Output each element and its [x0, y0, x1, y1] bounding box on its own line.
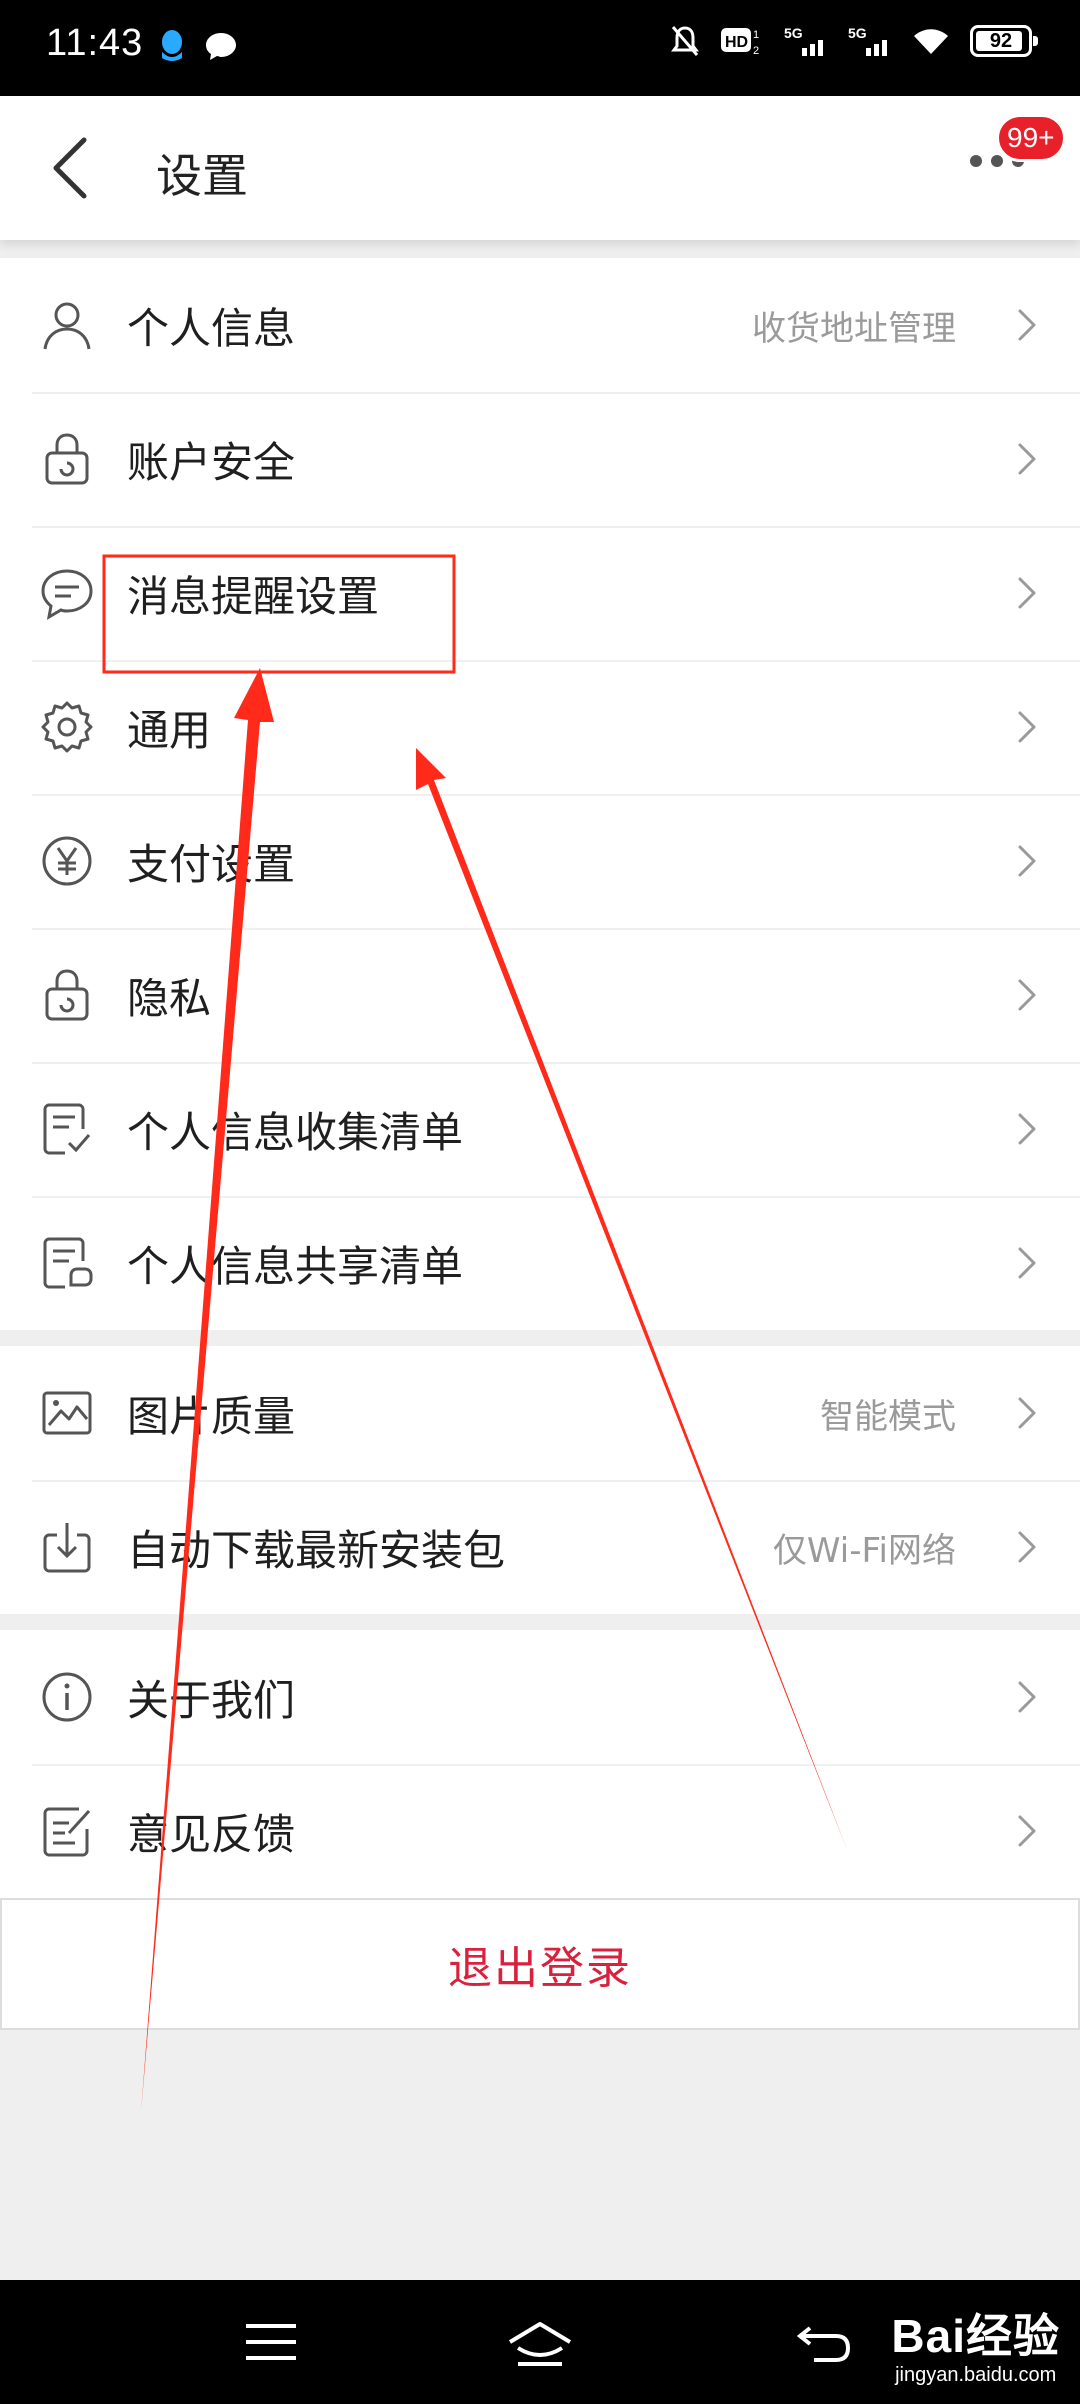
battery-icon: 92	[970, 25, 1038, 57]
message-bubble-icon	[206, 33, 236, 60]
settings-row-label: 自动下载最新安装包	[127, 1525, 506, 1575]
info-icon	[38, 1668, 96, 1726]
checklist-icon	[38, 1100, 96, 1158]
settings-row-value: 收货地址管理	[752, 308, 956, 349]
settings-row-label: 意见反馈	[127, 1809, 296, 1859]
back-nav-icon[interactable]	[796, 2320, 852, 2364]
settings-row-value: 仅Wi-Fi网络	[772, 1530, 956, 1571]
settings-row[interactable]: 消息提醒设置	[0, 526, 1080, 660]
settings-row[interactable]: 隐私	[0, 928, 1080, 1062]
lock-icon	[38, 430, 96, 488]
status-bar: 11:43 HD 1 2 5G 5G 92	[0, 0, 1080, 96]
chevron-right-icon	[1018, 1113, 1036, 1145]
settings-row[interactable]: 通用	[0, 660, 1080, 794]
wifi-icon	[914, 29, 948, 54]
settings-row-label: 通用	[127, 705, 212, 755]
chevron-right-icon	[1018, 1531, 1036, 1563]
chat-bubble-icon	[38, 564, 96, 622]
chevron-right-icon	[1018, 979, 1036, 1011]
home-icon[interactable]	[504, 2320, 576, 2368]
svg-text:2: 2	[753, 45, 759, 57]
svg-text:5G: 5G	[848, 25, 867, 41]
image-icon	[38, 1384, 96, 1442]
app-header: 设置	[0, 96, 1080, 240]
menu-icon[interactable]	[244, 2320, 298, 2364]
settings-group-about: 关于我们 意见反馈	[0, 1630, 1080, 1898]
settings-row-value: 智能模式	[820, 1396, 956, 1437]
download-icon	[38, 1518, 96, 1576]
svg-text:HD: HD	[725, 34, 748, 51]
settings-row-label: 个人信息共享清单	[127, 1241, 464, 1291]
settings-group-media: 图片质量 智能模式自动下载最新安装包 仅Wi-Fi网络	[0, 1346, 1080, 1614]
hd-icon: HD 1 2	[721, 28, 759, 57]
svg-text:1: 1	[753, 29, 759, 41]
settings-row[interactable]: 支付设置	[0, 794, 1080, 928]
chevron-right-icon	[1018, 443, 1036, 475]
settings-row[interactable]: 个人信息 收货地址管理	[0, 258, 1080, 392]
settings-row-label: 隐私	[127, 973, 212, 1023]
settings-row-label: 个人信息收集清单	[127, 1107, 464, 1157]
yen-icon	[38, 832, 96, 890]
chevron-right-icon	[1018, 1681, 1036, 1713]
chevron-right-icon	[1018, 1247, 1036, 1279]
user-icon	[38, 296, 96, 354]
settings-row[interactable]: 个人信息共享清单	[0, 1196, 1080, 1330]
settings-row-label: 支付设置	[127, 839, 296, 889]
logout-button[interactable]: 退出登录	[0, 1898, 1080, 2030]
chevron-right-icon	[1018, 577, 1036, 609]
logout-label: 退出登录	[448, 1943, 632, 1994]
chevron-right-icon	[1018, 1815, 1036, 1847]
5g-signal-icon: 5G	[848, 25, 887, 56]
settings-row[interactable]: 账户安全	[0, 392, 1080, 526]
feedback-icon	[38, 1802, 96, 1860]
notification-badge: 99+	[996, 114, 1066, 162]
status-left-icons	[158, 28, 238, 64]
back-arrow-icon[interactable]	[44, 134, 100, 202]
settings-row-label: 消息提醒设置	[127, 571, 380, 621]
settings-row-label: 账户安全	[127, 437, 296, 487]
chevron-right-icon	[1018, 1397, 1036, 1429]
chevron-right-icon	[1018, 309, 1036, 341]
chevron-right-icon	[1018, 711, 1036, 743]
settings-row-label: 关于我们	[127, 1675, 296, 1725]
settings-row[interactable]: 自动下载最新安装包 仅Wi-Fi网络	[0, 1480, 1080, 1614]
chevron-right-icon	[1018, 845, 1036, 877]
settings-row[interactable]: 个人信息收集清单	[0, 1062, 1080, 1196]
settings-group-account: 个人信息 收货地址管理 账户安全 消息提醒设置 通用 支付设置 隐私 个人信息收集清单 个人信息…	[0, 258, 1080, 1330]
lock-icon	[38, 966, 96, 1024]
share-list-icon	[38, 1234, 96, 1292]
settings-row-label: 图片质量	[127, 1391, 296, 1441]
settings-row[interactable]: 图片质量 智能模式	[0, 1346, 1080, 1480]
qq-icon	[162, 30, 182, 61]
5g-signal-icon: 5G	[784, 25, 823, 56]
mute-bell-icon	[671, 26, 699, 56]
settings-row[interactable]: 意见反馈	[0, 1764, 1080, 1898]
system-navigation-bar: Bai经验 jingyan.baidu.com	[0, 2280, 1080, 2404]
page-title: 设置	[156, 149, 248, 203]
baidu-jingyan-watermark: Bai经验 jingyan.baidu.com	[891, 2300, 1060, 2387]
settings-row-label: 个人信息	[127, 303, 296, 353]
watermark-site: jingyan.baidu.com	[895, 2364, 1057, 2386]
status-time: 11:43	[46, 22, 144, 64]
settings-row[interactable]: 关于我们	[0, 1630, 1080, 1764]
svg-text:5G: 5G	[784, 25, 803, 41]
status-right-icons: HD 1 2 5G 5G 92	[670, 24, 1038, 58]
gear-icon	[38, 698, 96, 756]
watermark-logo: Bai经验	[891, 2310, 1060, 2362]
battery-level: 92	[989, 29, 1013, 52]
